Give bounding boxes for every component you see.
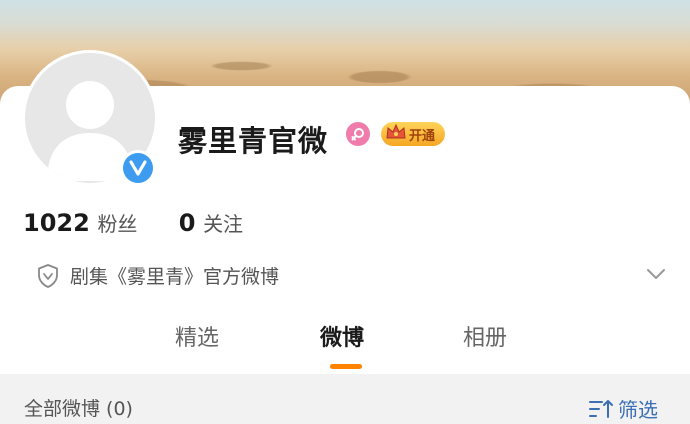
followers-count: 1022 [23, 209, 90, 237]
female-gender-icon [346, 122, 370, 146]
following-label: 关注 [203, 212, 244, 236]
all-weibo-count: 全部微博 (0) [24, 398, 133, 420]
expand-chevron-down-icon[interactable] [644, 262, 668, 290]
profile-name: 雾里青官微 [178, 124, 329, 158]
filter-button[interactable]: 筛选 [588, 394, 658, 423]
profile-description: 剧集《雾里青》官方微博 [36, 262, 279, 289]
tab-weibo[interactable]: 微博 [320, 320, 364, 352]
tab-album[interactable]: 相册 [463, 320, 507, 352]
verified-badge-icon [120, 150, 156, 186]
followers-label: 粉丝 [97, 212, 138, 236]
tab-featured[interactable]: 精选 [175, 320, 219, 352]
filter-label: 筛选 [618, 398, 658, 422]
vip-open-label: 开通 [409, 128, 436, 144]
description-text: 剧集《雾里青》官方微博 [70, 266, 280, 288]
following-count: 0 [178, 209, 196, 237]
crown-icon [385, 123, 407, 145]
following-stat[interactable]: 0 关注 [179, 209, 243, 237]
profile-stats: 1022 粉丝 0 关注 [23, 208, 243, 237]
vip-open-button[interactable]: 开通 [381, 122, 445, 146]
followers-stat[interactable]: 1022 粉丝 [23, 209, 145, 237]
filter-bar: 全部微博 (0) 筛选 [0, 374, 690, 424]
active-tab-indicator [330, 364, 362, 369]
shield-icon [36, 263, 60, 289]
filter-icon [588, 398, 614, 420]
profile-tabs: 精选 微博 相册 [0, 318, 690, 374]
